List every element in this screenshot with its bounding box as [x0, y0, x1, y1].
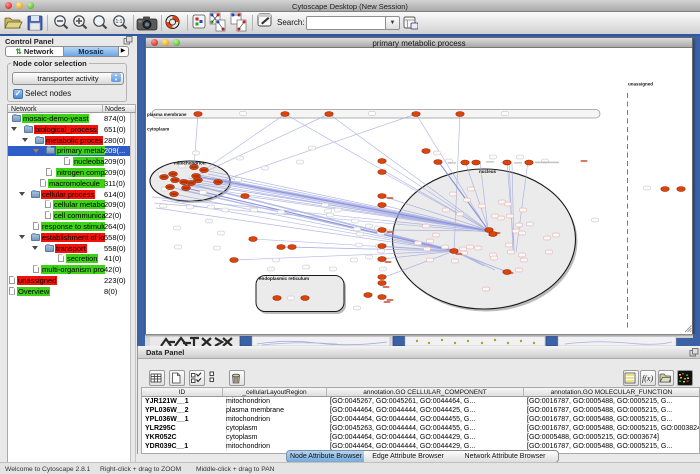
svg-text:endoplasmic reticulum: endoplasmic reticulum — [259, 276, 309, 281]
svg-text:plasma membrane: plasma membrane — [147, 112, 187, 117]
svg-text:1:1: 1:1 — [116, 19, 123, 25]
svg-text:nucleus: nucleus — [479, 169, 497, 174]
svg-text:mitochondrion: mitochondrion — [174, 161, 206, 166]
svg-text:unassigned: unassigned — [628, 82, 653, 87]
svg-text:cytoplasm: cytoplasm — [147, 127, 169, 132]
svg-text:f(x): f(x) — [642, 374, 653, 383]
